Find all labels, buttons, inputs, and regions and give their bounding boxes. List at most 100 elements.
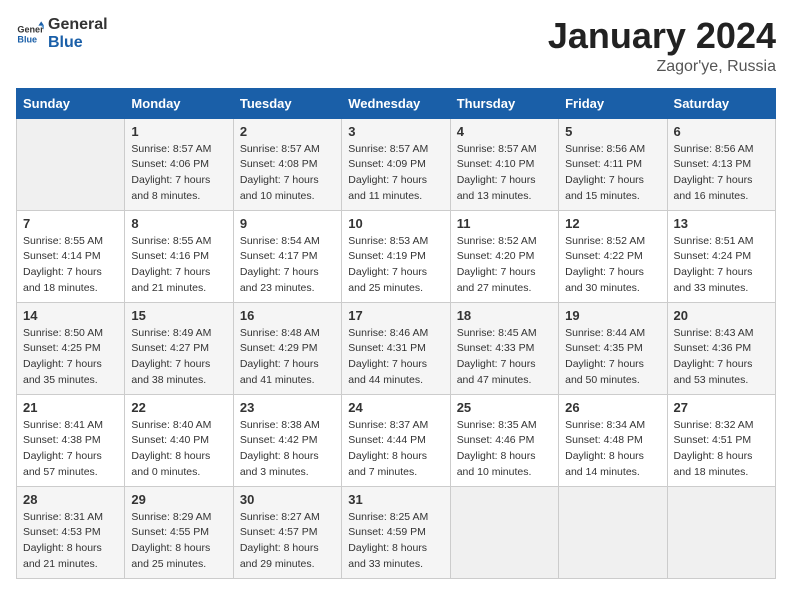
calendar-cell: 6Sunrise: 8:56 AMSunset: 4:13 PMDaylight…	[667, 118, 775, 210]
day-info: Sunrise: 8:55 AMSunset: 4:14 PMDaylight:…	[23, 234, 118, 297]
calendar-cell: 9Sunrise: 8:54 AMSunset: 4:17 PMDaylight…	[233, 210, 341, 302]
calendar-cell: 22 Sunrise: 8:40 AMSunset: 4:40 PMDayligh…	[125, 394, 233, 486]
calendar-cell: 18 Sunrise: 8:45 AMSunset: 4:33 PMDayligh…	[450, 302, 558, 394]
calendar-cell: 21Sunrise: 8:41 AMSunset: 4:38 PMDayligh…	[17, 394, 125, 486]
day-info: Sunrise: 8:49 AMSunset: 4:27 PMDaylight:…	[131, 326, 226, 389]
calendar-cell: 14Sunrise: 8:50 AMSunset: 4:25 PMDayligh…	[17, 302, 125, 394]
title-area: January 2024 Zagor'ye, Russia	[548, 16, 776, 76]
day-info: Sunrise: 8:40 AMSunset: 4:40 PMDaylight:…	[131, 418, 226, 481]
day-info: Sunrise: 8:45 AMSunset: 4:33 PMDaylight:…	[457, 326, 552, 389]
day-number: 15	[131, 308, 226, 323]
header-day-saturday: Saturday	[667, 88, 775, 118]
day-info: Sunrise: 8:54 AMSunset: 4:17 PMDaylight:…	[240, 234, 335, 297]
calendar-cell: 1Sunrise: 8:57 AMSunset: 4:06 PMDaylight…	[125, 118, 233, 210]
calendar-week-row: 21Sunrise: 8:41 AMSunset: 4:38 PMDayligh…	[17, 394, 776, 486]
day-number: 24	[348, 400, 443, 415]
day-info: Sunrise: 8:31 AMSunset: 4:53 PMDaylight:…	[23, 510, 118, 573]
calendar-cell: 12Sunrise: 8:52 AMSunset: 4:22 PMDayligh…	[559, 210, 667, 302]
day-info: Sunrise: 8:35 AMSunset: 4:46 PMDaylight:…	[457, 418, 552, 481]
day-number: 8	[131, 216, 226, 231]
calendar-week-row: 7 Sunrise: 8:55 AMSunset: 4:14 PMDaylight…	[17, 210, 776, 302]
header: General Blue General Blue January 2024 Z…	[16, 16, 776, 76]
calendar-cell: 29Sunrise: 8:29 AMSunset: 4:55 PMDayligh…	[125, 486, 233, 578]
day-number: 31	[348, 492, 443, 507]
day-info: Sunrise: 8:46 AMSunset: 4:31 PMDaylight:…	[348, 326, 443, 389]
day-info: Sunrise: 8:48 AMSunset: 4:29 PMDaylight:…	[240, 326, 335, 389]
calendar-week-row: 28Sunrise: 8:31 AMSunset: 4:53 PMDayligh…	[17, 486, 776, 578]
day-info: Sunrise: 8:53 AMSunset: 4:19 PMDaylight:…	[348, 234, 443, 297]
day-number: 16	[240, 308, 335, 323]
logo: General Blue General Blue	[16, 16, 108, 51]
svg-text:Blue: Blue	[17, 34, 37, 44]
day-info: Sunrise: 8:50 AMSunset: 4:25 PMDaylight:…	[23, 326, 118, 389]
day-number: 5	[565, 124, 660, 139]
calendar-cell: 5 Sunrise: 8:56 AMSunset: 4:11 PMDaylight…	[559, 118, 667, 210]
calendar-cell: 25 Sunrise: 8:35 AMSunset: 4:46 PMDayligh…	[450, 394, 558, 486]
day-number: 27	[674, 400, 769, 415]
header-day-wednesday: Wednesday	[342, 88, 450, 118]
day-number: 26	[565, 400, 660, 415]
day-number: 11	[457, 216, 552, 231]
day-info: Sunrise: 8:56 AMSunset: 4:11 PMDaylight:…	[565, 142, 660, 205]
calendar-cell	[450, 486, 558, 578]
calendar-week-row: 14Sunrise: 8:50 AMSunset: 4:25 PMDayligh…	[17, 302, 776, 394]
calendar-cell: 8 Sunrise: 8:55 AMSunset: 4:16 PMDaylight…	[125, 210, 233, 302]
calendar-cell: 3 Sunrise: 8:57 AMSunset: 4:09 PMDaylight…	[342, 118, 450, 210]
header-day-sunday: Sunday	[17, 88, 125, 118]
day-number: 20	[674, 308, 769, 323]
logo-icon: General Blue	[16, 20, 44, 48]
day-info: Sunrise: 8:44 AMSunset: 4:35 PMDaylight:…	[565, 326, 660, 389]
day-number: 17	[348, 308, 443, 323]
day-info: Sunrise: 8:57 AMSunset: 4:09 PMDaylight:…	[348, 142, 443, 205]
day-info: Sunrise: 8:29 AMSunset: 4:55 PMDaylight:…	[131, 510, 226, 573]
calendar-cell: 28Sunrise: 8:31 AMSunset: 4:53 PMDayligh…	[17, 486, 125, 578]
calendar-cell: 15 Sunrise: 8:49 AMSunset: 4:27 PMDayligh…	[125, 302, 233, 394]
calendar-cell	[667, 486, 775, 578]
day-number: 21	[23, 400, 118, 415]
calendar-cell: 19 Sunrise: 8:44 AMSunset: 4:35 PMDayligh…	[559, 302, 667, 394]
calendar-cell: 17 Sunrise: 8:46 AMSunset: 4:31 PMDayligh…	[342, 302, 450, 394]
day-info: Sunrise: 8:52 AMSunset: 4:20 PMDaylight:…	[457, 234, 552, 297]
day-number: 4	[457, 124, 552, 139]
day-info: Sunrise: 8:51 AMSunset: 4:24 PMDaylight:…	[674, 234, 769, 297]
day-number: 12	[565, 216, 660, 231]
day-number: 22	[131, 400, 226, 415]
header-day-friday: Friday	[559, 88, 667, 118]
svg-text:General: General	[17, 24, 44, 34]
day-number: 1	[131, 124, 226, 139]
month-title: January 2024	[548, 16, 776, 56]
calendar-cell: 23Sunrise: 8:38 AMSunset: 4:42 PMDayligh…	[233, 394, 341, 486]
day-number: 19	[565, 308, 660, 323]
day-number: 3	[348, 124, 443, 139]
day-number: 6	[674, 124, 769, 139]
header-day-monday: Monday	[125, 88, 233, 118]
day-number: 10	[348, 216, 443, 231]
calendar-cell: 24 Sunrise: 8:37 AMSunset: 4:44 PMDayligh…	[342, 394, 450, 486]
day-info: Sunrise: 8:37 AMSunset: 4:44 PMDaylight:…	[348, 418, 443, 481]
calendar-cell: 4 Sunrise: 8:57 AMSunset: 4:10 PMDaylight…	[450, 118, 558, 210]
day-number: 30	[240, 492, 335, 507]
day-info: Sunrise: 8:27 AMSunset: 4:57 PMDaylight:…	[240, 510, 335, 573]
calendar-cell: 11 Sunrise: 8:52 AMSunset: 4:20 PMDayligh…	[450, 210, 558, 302]
day-number: 2	[240, 124, 335, 139]
location-title: Zagor'ye, Russia	[548, 58, 776, 76]
day-number: 18	[457, 308, 552, 323]
calendar-cell: 30 Sunrise: 8:27 AMSunset: 4:57 PMDayligh…	[233, 486, 341, 578]
day-info: Sunrise: 8:34 AMSunset: 4:48 PMDaylight:…	[565, 418, 660, 481]
day-info: Sunrise: 8:38 AMSunset: 4:42 PMDaylight:…	[240, 418, 335, 481]
day-number: 7	[23, 216, 118, 231]
day-info: Sunrise: 8:55 AMSunset: 4:16 PMDaylight:…	[131, 234, 226, 297]
calendar-cell: 26 Sunrise: 8:34 AMSunset: 4:48 PMDayligh…	[559, 394, 667, 486]
calendar-week-row: 1Sunrise: 8:57 AMSunset: 4:06 PMDaylight…	[17, 118, 776, 210]
day-number: 25	[457, 400, 552, 415]
calendar-cell: 13Sunrise: 8:51 AMSunset: 4:24 PMDayligh…	[667, 210, 775, 302]
calendar-cell: 27Sunrise: 8:32 AMSunset: 4:51 PMDayligh…	[667, 394, 775, 486]
day-info: Sunrise: 8:57 AMSunset: 4:10 PMDaylight:…	[457, 142, 552, 205]
calendar-cell: 16 Sunrise: 8:48 AMSunset: 4:29 PMDayligh…	[233, 302, 341, 394]
day-info: Sunrise: 8:57 AMSunset: 4:08 PMDaylight:…	[240, 142, 335, 205]
calendar-header-row: SundayMondayTuesdayWednesdayThursdayFrid…	[17, 88, 776, 118]
header-day-thursday: Thursday	[450, 88, 558, 118]
header-day-tuesday: Tuesday	[233, 88, 341, 118]
day-info: Sunrise: 8:25 AMSunset: 4:59 PMDaylight:…	[348, 510, 443, 573]
calendar-cell: 20Sunrise: 8:43 AMSunset: 4:36 PMDayligh…	[667, 302, 775, 394]
